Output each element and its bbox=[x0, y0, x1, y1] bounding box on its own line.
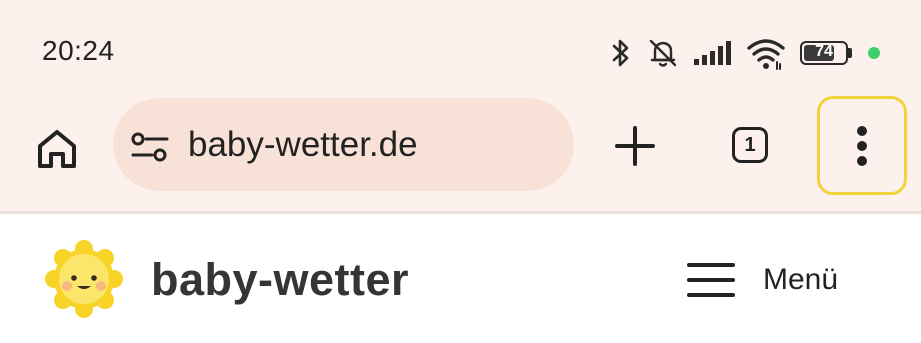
site-title[interactable]: baby-wetter bbox=[151, 254, 409, 306]
home-icon[interactable] bbox=[34, 126, 80, 172]
battery-percent: 74 bbox=[815, 43, 833, 60]
privacy-indicator-dot bbox=[868, 47, 880, 59]
menu-label: Menü bbox=[763, 263, 839, 296]
site-menu-button[interactable]: Menü bbox=[687, 258, 838, 302]
wifi-icon bbox=[747, 39, 785, 70]
status-icons: 74 bbox=[608, 33, 880, 73]
tab-count: 1 bbox=[744, 134, 756, 156]
url-text[interactable]: baby-wetter.de bbox=[188, 125, 418, 165]
bell-off-icon bbox=[649, 39, 677, 67]
more-menu-button[interactable] bbox=[817, 96, 907, 195]
toolbar-divider bbox=[0, 211, 921, 214]
status-time: 20:24 bbox=[42, 35, 115, 66]
tab-switcher-button[interactable]: 1 bbox=[730, 125, 774, 169]
signal-icon bbox=[694, 41, 731, 65]
plus-icon[interactable] bbox=[614, 125, 656, 167]
hamburger-icon bbox=[687, 263, 735, 297]
bluetooth-icon bbox=[612, 39, 629, 67]
tune-icon[interactable] bbox=[130, 130, 170, 164]
battery-indicator: 74 bbox=[800, 41, 852, 65]
sun-face-logo[interactable] bbox=[45, 240, 123, 318]
more-vert-icon bbox=[857, 126, 867, 166]
